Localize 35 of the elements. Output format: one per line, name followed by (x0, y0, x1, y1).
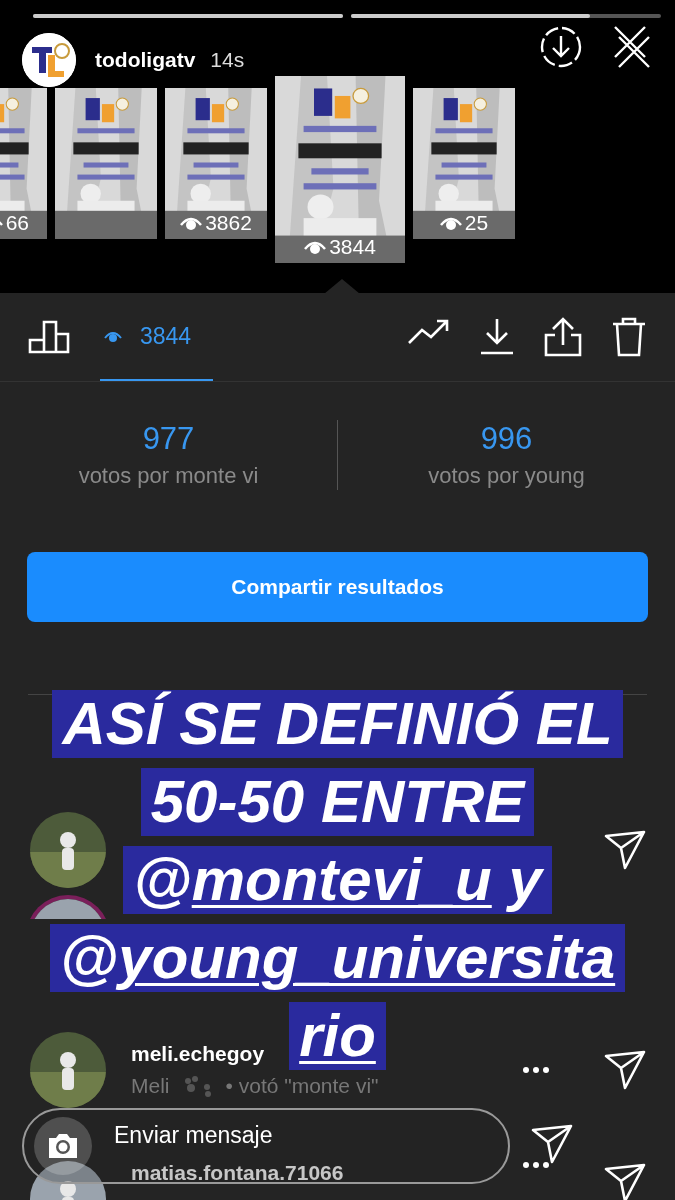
send-icon[interactable] (603, 1048, 647, 1092)
view-count: 3844 (329, 235, 376, 259)
vote-text: • votó "monte vi" (225, 1074, 379, 1098)
trash-icon[interactable] (611, 317, 647, 357)
send-icon[interactable] (603, 828, 647, 872)
bar-chart-icon (28, 320, 70, 354)
eye-icon (304, 239, 327, 255)
eye-icon (104, 330, 122, 342)
camera-icon (46, 1132, 80, 1160)
view-count: 3862 (205, 211, 252, 235)
message-input[interactable]: Enviar mensaje (114, 1122, 508, 1148)
more-icon[interactable] (522, 1066, 550, 1074)
vote-label: votos por young (428, 463, 585, 489)
vote-label: votos por monte vi (78, 463, 259, 489)
share-icon[interactable] (543, 317, 583, 357)
send-icon[interactable] (603, 1161, 647, 1200)
eye-icon (439, 215, 462, 231)
story-time: 14s (210, 48, 245, 72)
eye-icon (180, 215, 203, 231)
avatar[interactable] (30, 895, 106, 919)
download-icon[interactable] (539, 25, 583, 69)
username[interactable]: todoligatv (95, 48, 196, 72)
viewer-username[interactable]: meli.echegoy (131, 1042, 265, 1066)
viewer-username[interactable]: matias.fontana.71066 (131, 1161, 344, 1185)
view-count: 66 (5, 211, 29, 235)
view-count: 25 (464, 211, 489, 235)
vote-count: 977 (142, 421, 195, 457)
viewer-name: Meli (131, 1074, 170, 1098)
more-icon[interactable] (522, 1161, 550, 1169)
viewers-tab[interactable]: 3844 (100, 293, 214, 381)
vote-count: 996 (480, 421, 533, 457)
download-icon[interactable] (479, 317, 515, 355)
send-icon[interactable] (530, 1122, 574, 1166)
logo-icon (22, 33, 76, 87)
camera-button[interactable] (34, 1117, 92, 1175)
